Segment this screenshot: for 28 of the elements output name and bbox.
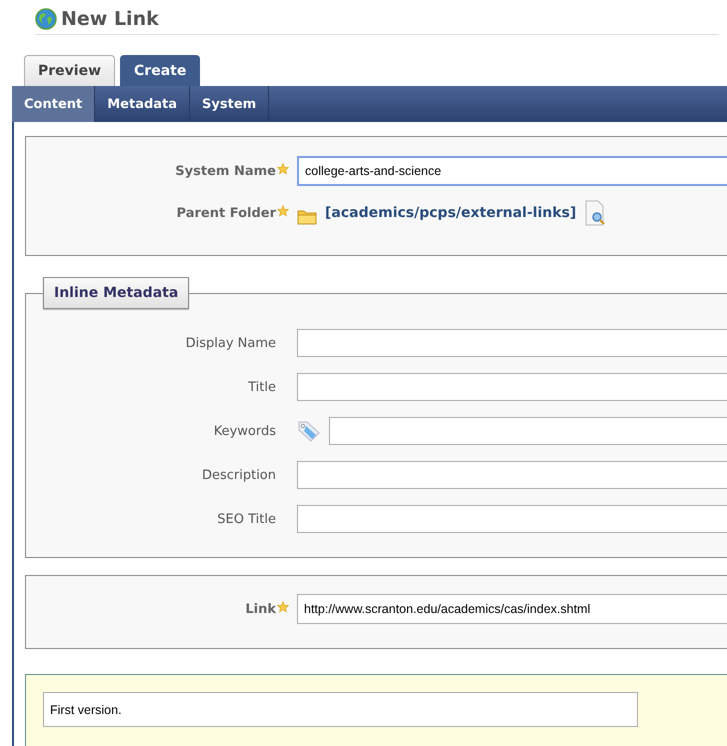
field-label: Description [202, 468, 276, 482]
input-field[interactable] [329, 417, 727, 445]
sub-tab[interactable]: Metadata [95, 86, 190, 122]
input-field[interactable]: http://www.scranton.edu/academics/cas/index.shtml [297, 594, 727, 624]
input-field[interactable] [297, 329, 727, 357]
folder-path[interactable]: [academics/pcps/external-links] [325, 205, 576, 221]
page-title: New Link [61, 8, 159, 30]
globe-icon [35, 8, 57, 30]
field-label: Parent Folder [176, 206, 276, 220]
field-label: Keywords [214, 424, 276, 438]
field-label: Display Name [186, 336, 276, 350]
input-field[interactable] [297, 373, 727, 401]
input-field[interactable]: college-arts-and-science [297, 156, 727, 186]
field-label: SEO Title [217, 512, 276, 526]
sub-tab[interactable]: Content [12, 86, 96, 122]
folder-icon[interactable] [297, 208, 317, 224]
preview-icon[interactable] [584, 200, 606, 226]
field-label: Title [248, 380, 276, 394]
field-label: System Name [175, 164, 276, 178]
sub-tab[interactable]: System [190, 86, 270, 122]
tag-icon [297, 420, 321, 442]
tab[interactable]: Preview [24, 55, 116, 86]
field-label: Link [245, 602, 276, 616]
input-field[interactable] [297, 505, 727, 533]
section-heading: Inline Metadata [43, 277, 190, 309]
tab[interactable]: Create [120, 55, 200, 86]
input-field[interactable] [297, 461, 727, 489]
comment-field[interactable]: First version. [43, 692, 638, 727]
